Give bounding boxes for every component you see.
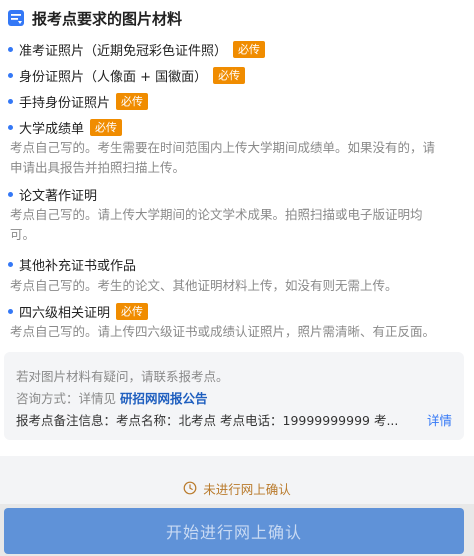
description-line: 可。 <box>10 227 36 242</box>
requirement-item: 准考证照片（近期免冠彩色证件照） 必传 <box>8 40 266 59</box>
requirement-title: 手持身份证照片 <box>19 96 111 111</box>
bullet-dot <box>8 309 13 314</box>
remark-value: 考点名称：北考点 考点电话：19999999999 考... <box>116 413 399 428</box>
required-badge: 必传 <box>233 41 266 58</box>
requirement-item: 论文著作证明 <box>8 185 97 204</box>
contact-method-label: 咨询方式：详情见 <box>16 391 117 406</box>
description-line: 考点自己写的。考生的论文、其他证明材料上传，如没有则无需上传。 <box>10 278 398 293</box>
section-title: 报考点要求的图片材料 <box>32 9 183 28</box>
requirement-description: 考点自己写的。请上传四六级证书或成绩认证照片，照片需清晰、有正反面。 <box>10 322 460 342</box>
requirement-title: 四六级相关证明 <box>19 306 111 321</box>
requirement-item: 其他补充证书或作品 <box>8 255 136 274</box>
requirement-description: 考点自己写的。请上传大学期间的论文学术成果。拍照扫描或电子版证明均 可。 <box>10 205 460 245</box>
materials-card: 报考点要求的图片材料 准考证照片（近期免冠彩色证件照） 必传 身份证照片（人像面… <box>0 0 474 456</box>
remark-label: 报考点备注信息： <box>16 413 117 428</box>
bullet-dot <box>8 73 13 78</box>
confirmation-status: 未进行网上确认 <box>0 472 474 504</box>
requirement-description: 考点自己写的。考生的论文、其他证明材料上传，如没有则无需上传。 <box>10 276 460 296</box>
start-confirmation-button[interactable]: 开始进行网上确认 <box>4 508 464 554</box>
section-header: 报考点要求的图片材料 <box>6 6 182 30</box>
contact-method: 咨询方式：详情见 研招网网报公告 <box>16 388 208 407</box>
status-text: 未进行网上确认 <box>203 481 291 497</box>
bullet-dot <box>8 99 13 104</box>
requirement-item: 身份证照片（人像面 + 国徽面） 必传 <box>8 66 246 85</box>
required-badge: 必传 <box>90 119 123 136</box>
announcement-link[interactable]: 研招网网报公告 <box>120 391 208 406</box>
requirement-item: 手持身份证照片 必传 <box>8 92 149 111</box>
requirement-item: 大学成绩单 必传 <box>8 118 123 137</box>
description-line: 考点自己写的。考生需要在时间范围内上传大学期间成绩单。如果没有的，请 <box>10 140 436 155</box>
bullet-dot <box>8 262 13 267</box>
required-badge: 必传 <box>116 303 149 320</box>
requirement-title: 准考证照片（近期免冠彩色证件照） <box>19 44 228 59</box>
contact-note: 若对图片材料有疑问，请联系报考点。 <box>16 369 229 384</box>
bullet-dot <box>8 125 13 130</box>
required-badge: 必传 <box>116 93 149 110</box>
requirement-item: 四六级相关证明 必传 <box>8 302 149 321</box>
required-badge: 必传 <box>213 67 246 84</box>
description-line: 申请出具报告并拍照扫描上传。 <box>10 160 186 175</box>
bullet-dot <box>8 192 13 197</box>
description-line: 考点自己写的。请上传大学期间的论文学术成果。拍照扫描或电子版证明均 <box>10 207 423 222</box>
document-icon <box>8 10 24 26</box>
contact-remark: 报考点备注信息：考点名称：北考点 考点电话：19999999999 考... <box>16 410 398 429</box>
requirement-description: 考点自己写的。考生需要在时间范围内上传大学期间成绩单。如果没有的，请 申请出具报… <box>10 138 460 178</box>
requirement-title: 论文著作证明 <box>19 189 98 204</box>
clock-icon <box>183 481 197 495</box>
description-line: 考点自己写的。请上传四六级证书或成绩认证照片，照片需清晰、有正反面。 <box>10 324 436 339</box>
requirement-title: 大学成绩单 <box>19 122 85 137</box>
detail-link[interactable]: 详情 <box>427 410 452 429</box>
requirement-title: 身份证照片（人像面 + 国徽面） <box>19 70 208 85</box>
bullet-dot <box>8 47 13 52</box>
requirement-title: 其他补充证书或作品 <box>19 259 137 274</box>
contact-info-box: 若对图片材料有疑问，请联系报考点。 咨询方式：详情见 研招网网报公告 报考点备注… <box>4 352 464 440</box>
